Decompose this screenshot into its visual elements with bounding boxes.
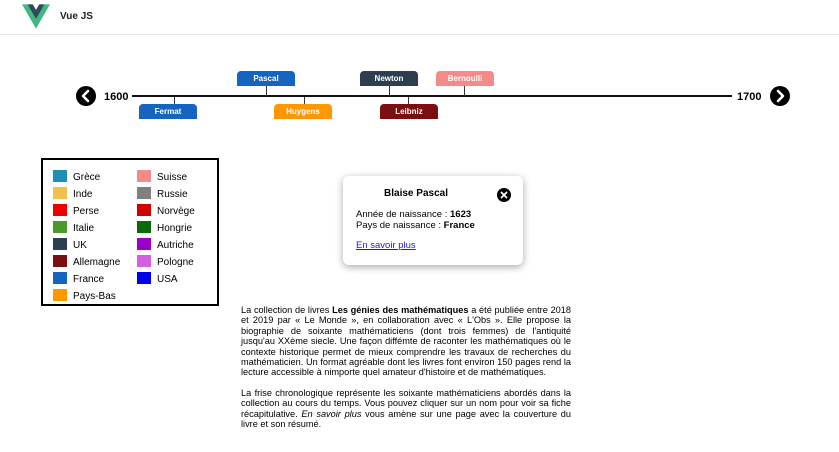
- country-legend: Grèce Inde Perse Italie UK Allemagne Fra…: [41, 158, 219, 306]
- description-paragraph-1: La collection de livres Les génies des m…: [241, 305, 571, 378]
- legend-label: Allemagne: [73, 257, 121, 268]
- timeline-person-pascal[interactable]: Pascal: [237, 71, 295, 86]
- legend-swatch: [137, 272, 151, 284]
- legend-label: Italie: [73, 223, 95, 234]
- legend-label: Grèce: [73, 172, 101, 183]
- legend-swatch: [137, 187, 151, 199]
- legend-swatch: [53, 204, 67, 216]
- legend-swatch: [53, 238, 67, 250]
- timeline-prev-button[interactable]: [76, 86, 96, 106]
- description-italic: En savoir plus: [301, 408, 362, 419]
- timeline-start-year: 1600: [104, 91, 129, 103]
- timeline-next-button[interactable]: [770, 86, 790, 106]
- vue-logo-icon[interactable]: [22, 4, 50, 29]
- legend-swatch: [53, 289, 67, 301]
- chevron-right-icon: [776, 89, 785, 103]
- close-icon: [500, 191, 508, 199]
- timeline-person-huygens[interactable]: Huygens: [274, 104, 332, 119]
- legend-label: Pays-Bas: [73, 291, 116, 302]
- card-country-value: France: [443, 220, 475, 231]
- card-country-label: Pays de naissance :: [356, 220, 444, 231]
- legend-label: France: [73, 274, 105, 285]
- mathematician-card: Blaise Pascal Année de naissance : 1623 …: [343, 176, 523, 265]
- legend-swatch: [53, 272, 67, 284]
- description: La collection de livres Les génies des m…: [241, 305, 571, 439]
- legend-label: USA: [157, 274, 178, 285]
- legend-swatch: [137, 170, 151, 182]
- legend-swatch: [53, 187, 67, 199]
- legend-swatch: [137, 204, 151, 216]
- legend-label: Russie: [157, 189, 188, 200]
- card-close-button[interactable]: [497, 188, 511, 202]
- legend-label: Autriche: [157, 240, 194, 251]
- legend-swatch: [53, 255, 67, 267]
- legend-swatch: [53, 170, 67, 182]
- legend-label: Norvège: [157, 206, 195, 217]
- card-birth-row: Année de naissance : 1623: [356, 209, 471, 220]
- timeline-person-leibniz[interactable]: Leibniz: [380, 104, 438, 119]
- legend-swatch: [137, 238, 151, 250]
- description-text: a été publiée entre 2018 et 2019 par « L…: [241, 305, 572, 378]
- legend-swatch: [53, 221, 67, 233]
- top-bar: Vue JS: [0, 0, 839, 35]
- legend-label: Hongrie: [157, 223, 193, 234]
- description-paragraph-2: La frise chronologique représente les so…: [241, 388, 571, 430]
- collection-name: Les génies des mathématiques: [332, 305, 469, 315]
- legend-label: Suisse: [157, 172, 188, 183]
- timeline-tick-bernoulli: [464, 86, 465, 96]
- timeline-tick-pascal: [266, 86, 267, 96]
- timeline-person-bernoulli[interactable]: Bernoulli: [436, 71, 494, 86]
- legend-swatch: [137, 221, 151, 233]
- card-title: Blaise Pascal: [384, 188, 448, 199]
- legend-label: Perse: [73, 206, 100, 217]
- timeline-end-year: 1700: [737, 91, 762, 103]
- timeline-tick-newton: [389, 86, 390, 96]
- timeline-axis: [132, 95, 732, 97]
- app-title: Vue JS: [60, 11, 93, 22]
- card-more-link[interactable]: En savoir plus: [356, 240, 416, 251]
- card-birth-label: Année de naissance :: [356, 209, 451, 220]
- legend-label: UK: [73, 240, 87, 251]
- timeline-person-newton[interactable]: Newton: [360, 71, 418, 86]
- card-country-row: Pays de naissance : France: [356, 220, 475, 231]
- card-birth-value: 1623: [450, 209, 472, 220]
- chevron-left-icon: [81, 89, 90, 103]
- legend-swatch: [137, 255, 151, 267]
- timeline-person-fermat[interactable]: Fermat: [139, 104, 197, 119]
- legend-label: Inde: [73, 189, 93, 200]
- legend-label: Pologne: [157, 257, 194, 268]
- description-text: La collection de livres: [241, 305, 333, 315]
